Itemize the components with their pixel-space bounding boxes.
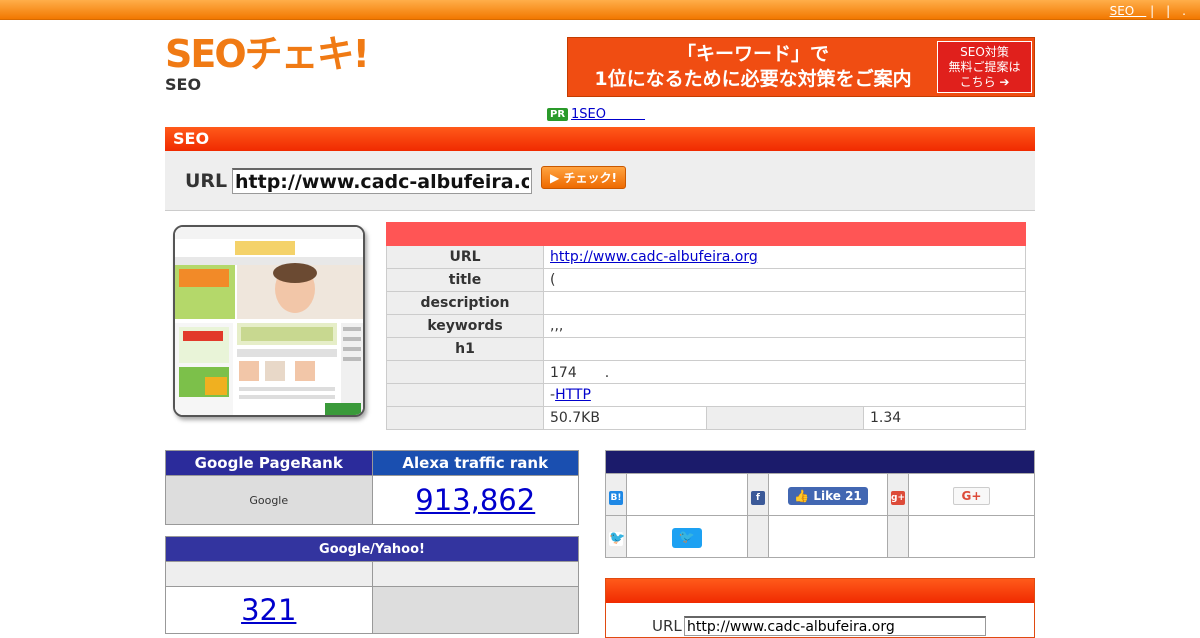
rank-table: Google PageRank Alexa traffic rank Googl… bbox=[165, 450, 579, 525]
page-info-table: URL http://www.cadc-albufeira.org title … bbox=[386, 222, 1026, 430]
alexa-value-cell: 913,862 bbox=[371, 475, 579, 525]
row-value bbox=[543, 291, 1026, 315]
page-size-value: 50.7KB bbox=[543, 406, 707, 430]
row-value: ( bbox=[543, 268, 1026, 292]
load-time-value: 1.34 bbox=[863, 406, 1026, 430]
google-plus-icon: g+ bbox=[891, 490, 905, 505]
site-subtitle: SEO bbox=[165, 75, 202, 94]
like-count: 21 bbox=[845, 488, 862, 503]
alexa-rank-link[interactable]: 913,862 bbox=[415, 483, 535, 517]
table-row: title ( bbox=[386, 268, 1026, 292]
banner-line-1: 「キーワード」で bbox=[676, 43, 829, 65]
gplus-button-cell: G+ bbox=[908, 473, 1035, 516]
row-value: http://www.cadc-albufeira.org bbox=[543, 245, 1026, 269]
table-row: h1 bbox=[386, 337, 1026, 361]
top-link-separators: | | . bbox=[1150, 4, 1186, 18]
row-value: ,,, bbox=[543, 314, 1026, 338]
banner-line-2: 1位になるために必要な対策をご案内 bbox=[594, 68, 912, 90]
twitter-icon: 🐦 bbox=[609, 531, 626, 546]
pagerank-header: Google PageRank bbox=[165, 450, 373, 476]
hatena-count-cell bbox=[626, 473, 748, 516]
top-bar: SEO | | . bbox=[0, 0, 1200, 20]
table-row: URL http://www.cadc-albufeira.org bbox=[386, 245, 1026, 269]
row-label bbox=[706, 406, 864, 430]
site-thumbnail bbox=[173, 225, 365, 417]
empty-icon-cell bbox=[887, 515, 909, 558]
pr-link-row: PR 1SEO bbox=[547, 103, 645, 122]
table-row: keywords ,,, bbox=[386, 314, 1026, 338]
row-label: description bbox=[386, 291, 544, 315]
url-input[interactable] bbox=[232, 168, 532, 194]
twitter-icon-cell: 🐦 bbox=[605, 515, 627, 558]
facebook-icon-cell: f bbox=[747, 473, 769, 516]
row-label bbox=[386, 360, 544, 384]
banner-text: 「キーワード」で 1位になるために必要な対策をご案内 bbox=[578, 42, 928, 92]
site-logo[interactable]: SEOチェキ! bbox=[165, 34, 370, 74]
info-table-header bbox=[386, 222, 1026, 246]
empty-icon-cell bbox=[747, 515, 769, 558]
hatena-bookmark-icon: B! bbox=[609, 490, 623, 505]
banner-button[interactable]: SEO対策 無料ご提案は こちら ➔ bbox=[937, 41, 1032, 93]
facebook-like-button[interactable]: 👍 Like 21 bbox=[788, 486, 868, 505]
hatena-icon-cell: B! bbox=[605, 473, 627, 516]
alexa-header: Alexa traffic rank bbox=[371, 450, 579, 476]
pagerank-value: Google bbox=[165, 475, 373, 525]
google-yahoo-count-link[interactable]: 321 bbox=[241, 593, 296, 627]
top-link-seo[interactable]: SEO bbox=[1110, 4, 1147, 18]
row-label bbox=[386, 406, 544, 430]
url-label: URL bbox=[185, 170, 228, 192]
top-links: SEO | | . bbox=[1110, 2, 1186, 19]
row-value bbox=[543, 337, 1026, 361]
google-yahoo-subheader bbox=[165, 561, 373, 587]
row-label: keywords bbox=[386, 314, 544, 338]
table-row: 174 . bbox=[386, 360, 1026, 384]
row-value: -HTTP bbox=[543, 383, 1026, 407]
tweet-button-cell: 🐦 bbox=[626, 515, 748, 558]
social-table: B! f 👍 Like 21 g+ G+ 🐦 🐦 bbox=[605, 450, 1035, 558]
lower-url-panel: URL bbox=[605, 578, 1035, 638]
site-url-link[interactable]: http://www.cadc-albufeira.org bbox=[550, 249, 758, 265]
pr-link[interactable]: 1SEO bbox=[571, 107, 645, 122]
pr-badge: PR bbox=[547, 108, 569, 121]
table-row: description bbox=[386, 291, 1026, 315]
tweet-button[interactable]: 🐦 bbox=[672, 527, 702, 548]
empty-cell bbox=[908, 515, 1035, 558]
url-check-area: URL ▶ チェック! bbox=[165, 151, 1035, 211]
google-yahoo-empty-cell bbox=[371, 586, 579, 634]
thumbnail-image bbox=[175, 227, 363, 415]
facebook-like-cell: 👍 Like 21 bbox=[768, 473, 888, 516]
lower-url-input[interactable] bbox=[684, 616, 986, 636]
like-label: Like bbox=[813, 488, 841, 503]
row-label: URL bbox=[386, 245, 544, 269]
table-row: 50.7KB 1.34 bbox=[386, 406, 1026, 430]
row-label bbox=[386, 383, 544, 407]
http-link[interactable]: HTTP bbox=[555, 387, 591, 403]
empty-cell bbox=[768, 515, 888, 558]
google-plus-button[interactable]: G+ bbox=[952, 486, 991, 505]
google-yahoo-subheader bbox=[371, 561, 579, 587]
check-button[interactable]: ▶ チェック! bbox=[541, 166, 626, 189]
lower-panel-header bbox=[606, 579, 1034, 603]
section-header: SEO bbox=[165, 127, 1035, 151]
row-value: 174 . bbox=[543, 360, 1026, 384]
ad-banner[interactable]: 「キーワード」で 1位になるために必要な対策をご案内 SEO対策 無料ご提案は … bbox=[567, 37, 1035, 97]
lower-url-label: URL bbox=[652, 617, 682, 635]
google-yahoo-header: Google/Yahoo! bbox=[165, 536, 579, 562]
row-label: h1 bbox=[386, 337, 544, 361]
google-yahoo-table: Google/Yahoo! 321 bbox=[165, 536, 579, 634]
social-header bbox=[605, 450, 1035, 474]
facebook-icon: f bbox=[751, 490, 765, 505]
google-yahoo-value-cell: 321 bbox=[165, 586, 373, 634]
table-row: -HTTP bbox=[386, 383, 1026, 407]
gplus-icon-cell: g+ bbox=[887, 473, 909, 516]
row-label: title bbox=[386, 268, 544, 292]
